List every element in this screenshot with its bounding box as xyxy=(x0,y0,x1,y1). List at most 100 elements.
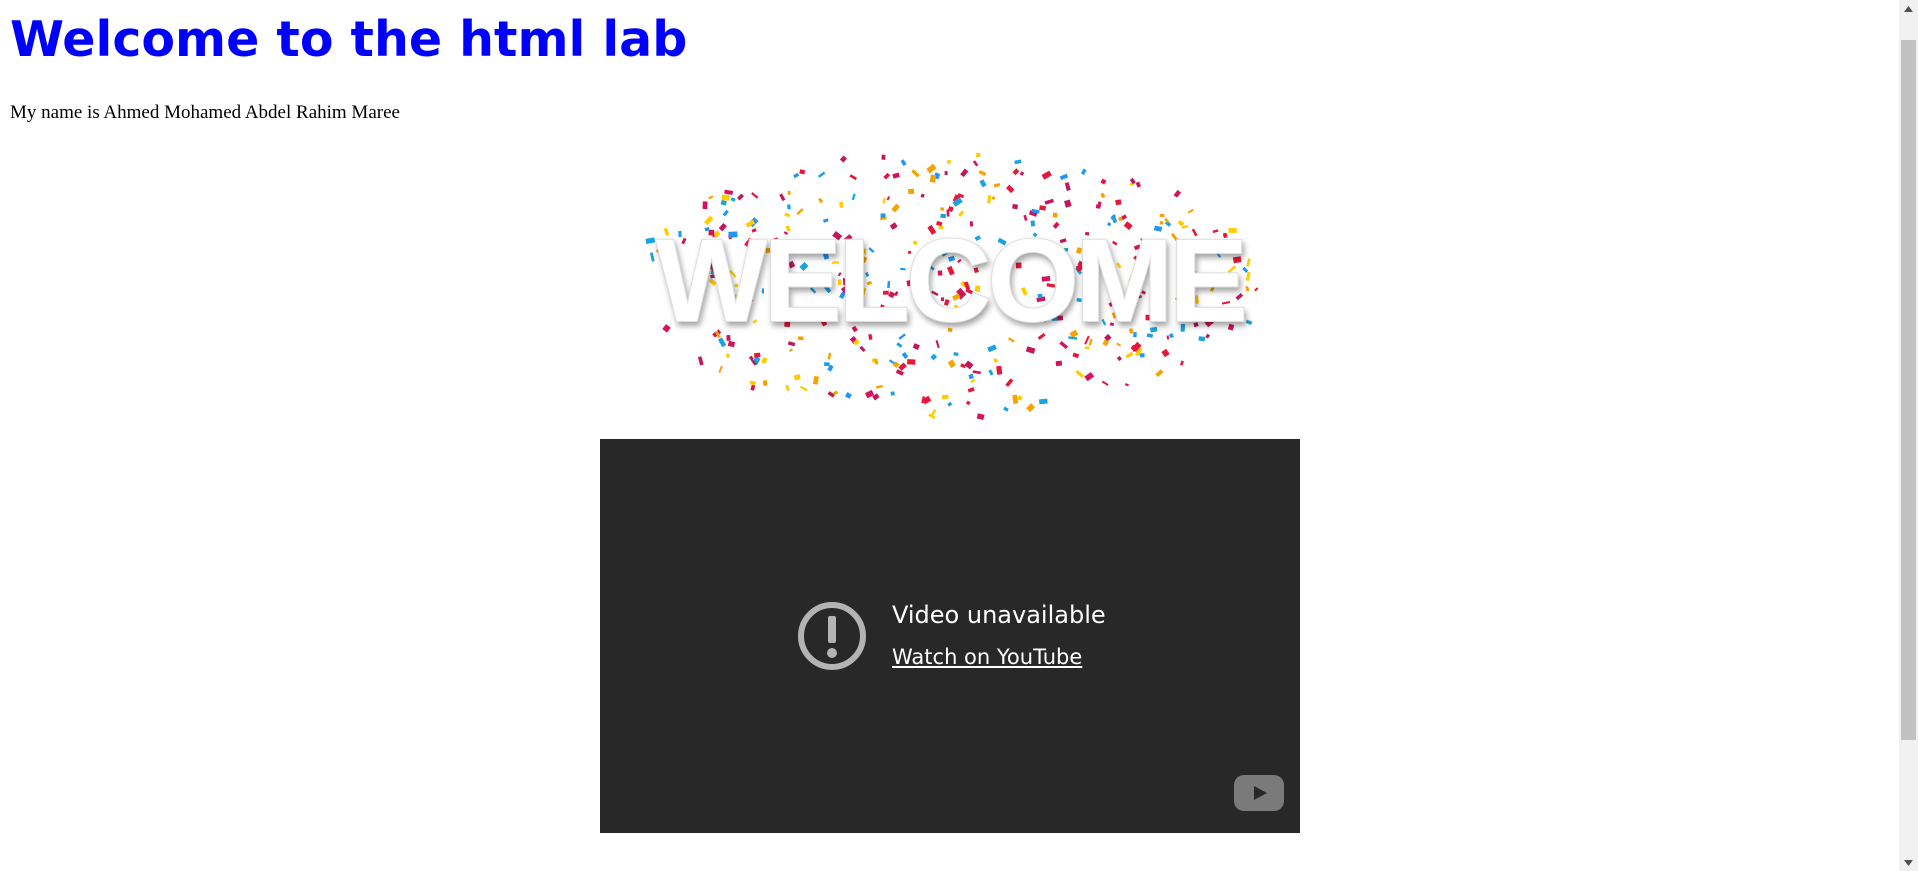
confetti-piece xyxy=(1026,403,1036,413)
confetti-piece xyxy=(1245,285,1250,292)
confetti-piece xyxy=(697,356,704,366)
confetti-piece xyxy=(891,203,900,213)
confetti-piece xyxy=(975,152,981,158)
welcome-confetti-image: WELCOME xyxy=(645,152,1259,420)
confetti-piece xyxy=(965,400,971,406)
confetti-piece xyxy=(886,196,891,201)
confetti-piece xyxy=(970,378,976,384)
confetti-piece xyxy=(645,237,656,244)
confetti-piece xyxy=(737,193,744,201)
confetti-piece xyxy=(907,359,916,365)
confetti-piece xyxy=(895,369,904,376)
confetti-piece xyxy=(827,352,832,360)
video-unavailable-title: Video unavailable xyxy=(892,601,1106,629)
confetti-piece xyxy=(892,172,900,179)
confetti-piece xyxy=(1084,372,1095,382)
confetti-piece xyxy=(1097,201,1102,208)
confetti-piece xyxy=(1100,178,1107,185)
confetti-piece xyxy=(883,172,891,180)
confetti-piece xyxy=(929,174,937,183)
confetti-piece xyxy=(1059,173,1069,181)
confetti-piece xyxy=(874,358,879,365)
confetti-piece xyxy=(1116,355,1122,362)
confetti-piece xyxy=(718,365,723,374)
confetti-piece xyxy=(947,401,953,407)
confetti-piece xyxy=(1155,369,1164,377)
confetti-piece xyxy=(1115,199,1122,206)
confetti-piece xyxy=(1044,198,1054,205)
confetti-piece xyxy=(1246,258,1251,267)
confetti-piece xyxy=(996,365,1003,375)
confetti-piece xyxy=(751,192,759,199)
confetti-piece xyxy=(1055,360,1063,367)
confetti-piece xyxy=(796,208,804,216)
confetti-piece xyxy=(979,179,987,188)
confetti-piece xyxy=(818,171,826,178)
confetti-piece xyxy=(993,357,999,364)
confetti-piece xyxy=(779,193,786,202)
confetti-piece xyxy=(1245,319,1253,326)
confetti-piece xyxy=(1125,351,1134,359)
watch-on-youtube-link[interactable]: Watch on YouTube xyxy=(892,643,1082,671)
confetti-piece xyxy=(875,384,883,389)
confetti-piece xyxy=(818,197,824,204)
confetti-piece xyxy=(1161,348,1170,358)
confetti-piece xyxy=(762,380,768,387)
confetti-piece xyxy=(787,190,791,195)
confetti-piece xyxy=(1012,168,1020,176)
confetti-piece xyxy=(720,200,727,206)
confetti-piece xyxy=(702,201,708,210)
confetti-piece xyxy=(953,352,959,357)
confetti-piece xyxy=(1005,184,1015,194)
confetti-piece xyxy=(972,370,982,375)
confetti-piece xyxy=(881,154,886,160)
confetti-piece xyxy=(920,193,925,198)
confetti-piece xyxy=(987,195,992,204)
confetti-piece xyxy=(898,362,907,371)
youtube-embed[interactable]: Video unavailable Watch on YouTube xyxy=(600,439,1300,833)
confetti-piece xyxy=(908,188,915,195)
confetti-piece xyxy=(1140,353,1145,358)
confetti-piece xyxy=(761,357,768,364)
confetti-piece xyxy=(1014,159,1022,165)
confetti-piece xyxy=(964,360,974,370)
confetti-piece xyxy=(1025,346,1036,354)
confetti-piece xyxy=(750,384,756,391)
page-heading: Welcome to the html lab xyxy=(10,11,688,68)
confetti-piece xyxy=(882,197,886,204)
confetti-piece xyxy=(1019,171,1025,176)
confetti-piece xyxy=(1124,383,1129,387)
confetti-piece xyxy=(968,373,974,380)
confetti-piece xyxy=(991,196,996,201)
vertical-scrollbar[interactable] xyxy=(1899,0,1918,871)
scroll-up-arrow-icon[interactable] xyxy=(1899,0,1918,17)
confetti-piece xyxy=(1180,360,1184,366)
confetti-piece xyxy=(799,169,806,175)
confetti-piece xyxy=(1245,271,1251,281)
youtube-logo-icon[interactable] xyxy=(1234,775,1284,811)
confetti-piece xyxy=(721,194,730,201)
confetti-piece xyxy=(1075,369,1085,378)
confetti-piece xyxy=(1100,192,1106,199)
confetti-piece xyxy=(649,252,655,262)
confetti-piece xyxy=(839,155,847,163)
confetti-piece xyxy=(724,189,734,195)
confetti-piece xyxy=(1101,380,1109,386)
confetti-piece xyxy=(960,168,969,178)
confetti-piece xyxy=(1003,406,1009,412)
confetti-piece xyxy=(944,171,948,175)
confetti-piece xyxy=(785,384,790,392)
confetti-piece xyxy=(1072,352,1080,359)
confetti-piece xyxy=(978,170,987,177)
scroll-down-arrow-icon[interactable] xyxy=(1899,854,1918,871)
confetti-piece xyxy=(1064,182,1071,191)
confetti-piece xyxy=(1041,170,1052,180)
confetti-piece xyxy=(1187,208,1194,214)
confetti-piece xyxy=(1135,181,1141,188)
confetti-piece xyxy=(844,392,852,399)
scrollbar-thumb[interactable] xyxy=(1901,40,1916,740)
confetti-piece xyxy=(789,348,794,353)
confetti-piece xyxy=(1039,205,1047,211)
confetti-piece xyxy=(749,380,757,386)
confetti-piece xyxy=(1064,199,1072,208)
